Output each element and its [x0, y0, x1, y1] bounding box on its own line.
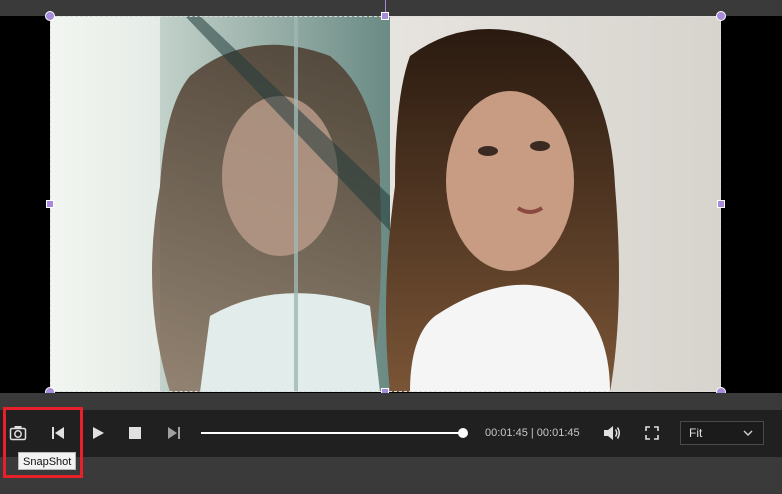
volume-icon	[604, 426, 620, 440]
volume-button[interactable]	[602, 423, 622, 443]
resize-handle-left[interactable]	[46, 200, 54, 208]
stop-button[interactable]	[125, 423, 145, 443]
seek-bar-thumb[interactable]	[458, 428, 468, 438]
zoom-fit-label: Fit	[689, 426, 703, 440]
seek-bar[interactable]	[201, 432, 463, 434]
play-button[interactable]	[88, 423, 108, 443]
time-display: 00:01:45 | 00:01:45	[485, 427, 580, 439]
rotate-handle-line	[385, 0, 386, 12]
resize-handle-top-right[interactable]	[716, 11, 726, 21]
video-frame-image	[50, 16, 721, 392]
play-icon	[93, 427, 104, 439]
resize-handle-top-left[interactable]	[45, 11, 55, 21]
resize-handle-top[interactable]	[381, 12, 389, 20]
resize-handle-right[interactable]	[717, 200, 725, 208]
skip-forward-icon	[168, 427, 180, 439]
video-frame[interactable]	[50, 16, 721, 392]
snapshot-tooltip: SnapShot	[18, 452, 77, 470]
stop-icon	[129, 427, 141, 439]
preview-bottom-gap	[0, 393, 782, 410]
bottom-panel	[0, 457, 782, 494]
zoom-fit-dropdown[interactable]: Fit	[680, 421, 764, 445]
top-bar	[0, 0, 782, 16]
chevron-down-icon	[743, 430, 753, 436]
fullscreen-button[interactable]	[642, 423, 662, 443]
fullscreen-icon	[645, 426, 659, 440]
seek-bar-progress	[201, 432, 463, 434]
next-frame-button[interactable]	[164, 423, 184, 443]
